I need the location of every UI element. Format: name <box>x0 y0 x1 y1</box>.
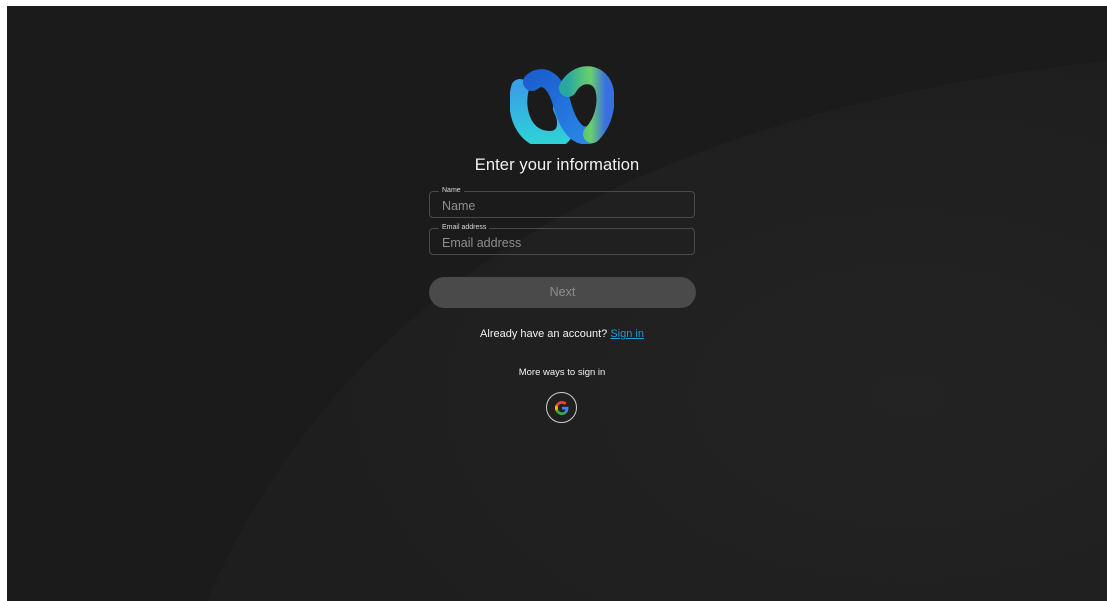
next-button[interactable]: Next <box>429 277 696 308</box>
page-title: Enter your information <box>474 156 640 174</box>
email-field[interactable]: Email address <box>429 223 695 255</box>
name-field[interactable]: Name <box>429 186 695 218</box>
name-input[interactable] <box>442 197 682 215</box>
signin-window: Enter your information Name Email addres… <box>7 6 1107 601</box>
account-prompt: Already have an account? <box>480 328 608 340</box>
email-field-label: Email address <box>439 223 490 232</box>
google-signin-button[interactable] <box>546 392 577 423</box>
email-input[interactable] <box>442 234 682 252</box>
webex-logo-icon <box>510 66 614 144</box>
more-ways-heading: More ways to sign in <box>518 367 606 378</box>
google-g-icon <box>554 400 568 415</box>
sign-in-link[interactable]: Sign in <box>610 328 644 340</box>
name-field-label: Name <box>439 186 464 195</box>
already-have-account-line: Already have an account? Sign in <box>307 328 817 340</box>
